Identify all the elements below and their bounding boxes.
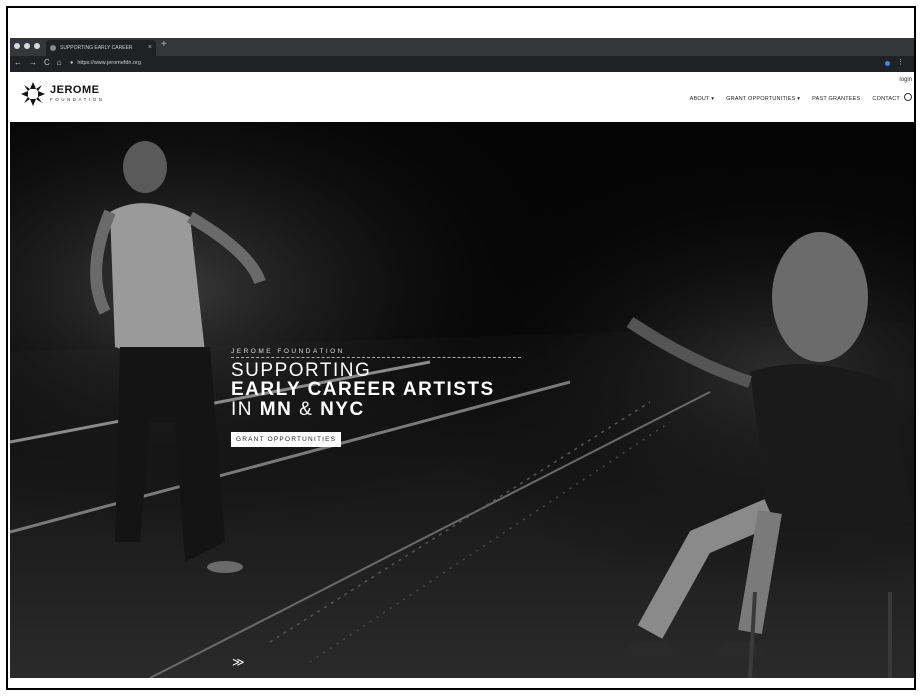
scroll-down-icon[interactable]: ≫ bbox=[232, 656, 245, 668]
back-icon[interactable]: ← bbox=[14, 58, 22, 67]
url-text: https://www.jeromefdn.org bbox=[77, 60, 141, 66]
hero-eyebrow: JEROME FOUNDATION bbox=[231, 348, 521, 358]
logo-subtitle: FOUNDATION bbox=[50, 97, 105, 103]
hero-line3-mn: MN bbox=[259, 399, 293, 420]
home-icon[interactable]: ⌂ bbox=[57, 58, 62, 67]
hero-line3-nyc: NYC bbox=[320, 399, 365, 420]
extension-icon[interactable] bbox=[885, 61, 890, 66]
browser-tab-bar: SUPPORTING EARLY CAREER × + bbox=[10, 38, 914, 56]
favicon-icon bbox=[50, 45, 56, 51]
lock-icon: ● bbox=[70, 60, 74, 66]
hero-line3-prefix: IN bbox=[231, 399, 260, 420]
profile-icon[interactable]: ⋮ bbox=[897, 58, 904, 66]
nav-grant-opportunities[interactable]: GRANT OPPORTUNITIES ▾ bbox=[726, 96, 800, 102]
grant-opportunities-button[interactable]: GRANT OPPORTUNITIES bbox=[231, 432, 342, 447]
minimize-window-dot[interactable] bbox=[24, 43, 30, 49]
hero-line3-mid: & bbox=[292, 399, 321, 420]
hero-section: JEROME FOUNDATION SUPPORTING EARLY CAREE… bbox=[10, 122, 914, 678]
login-link[interactable]: login bbox=[899, 77, 912, 83]
new-tab-button[interactable]: + bbox=[161, 39, 167, 50]
nav-about[interactable]: ABOUT ▾ bbox=[690, 96, 715, 102]
hero-text: JEROME FOUNDATION SUPPORTING EARLY CAREE… bbox=[231, 348, 521, 447]
hero-headline-line3: IN MN & NYC bbox=[231, 400, 521, 420]
nav-past-grantees[interactable]: PAST GRANTEES bbox=[812, 96, 860, 102]
url-field[interactable]: ● https://www.jeromefdn.org bbox=[70, 60, 141, 66]
screenshot-frame: SUPPORTING EARLY CAREER × + ← → C ⌂ ● htt… bbox=[6, 6, 916, 690]
browser-tab[interactable]: SUPPORTING EARLY CAREER × bbox=[46, 40, 156, 56]
logo-title: JEROME bbox=[50, 84, 100, 97]
jerome-foundation-logo[interactable]: JEROME FOUNDATION bbox=[20, 81, 104, 107]
browser-nav-buttons: ← → C ⌂ bbox=[14, 58, 62, 67]
reload-icon[interactable]: C bbox=[44, 58, 50, 67]
close-window-dot[interactable] bbox=[14, 43, 20, 49]
nav-contact[interactable]: CONTACT bbox=[872, 96, 900, 102]
tab-close-icon[interactable]: × bbox=[148, 40, 152, 56]
site-header: JEROME FOUNDATION login ABOUT ▾ GRANT OP… bbox=[10, 72, 914, 122]
browser-address-bar: ← → C ⌂ ● https://www.jeromefdn.org ⋮ bbox=[10, 56, 914, 72]
logo-mark-icon bbox=[20, 81, 46, 107]
main-nav: ABOUT ▾ GRANT OPPORTUNITIES ▾ PAST GRANT… bbox=[690, 96, 900, 102]
hero-headline-line2: EARLY CAREER ARTISTS bbox=[231, 379, 495, 400]
forward-icon[interactable]: → bbox=[29, 58, 37, 67]
window-controls[interactable] bbox=[14, 43, 40, 49]
hero-headline-line1: SUPPORTING bbox=[231, 360, 372, 381]
maximize-window-dot[interactable] bbox=[34, 43, 40, 49]
search-icon[interactable] bbox=[904, 93, 912, 101]
tab-title: SUPPORTING EARLY CAREER bbox=[60, 45, 133, 51]
